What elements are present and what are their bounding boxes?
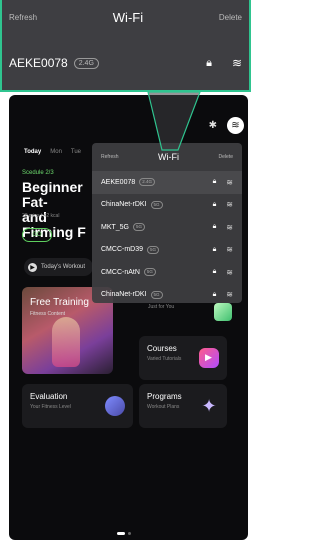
network-name: CMCC-nAtN: [101, 268, 140, 276]
network-band-badge: 5G: [143, 268, 156, 277]
tab-today[interactable]: Today: [24, 149, 41, 155]
network-name: AEKE0078: [101, 178, 136, 186]
workouts-label: Today's Workout: [41, 264, 86, 270]
wifi-zoom-callout: Refresh Wi-Fi Delete AEKE0078 2.4G 🔒︎ ≋: [0, 0, 251, 92]
lock-icon: 🔒︎: [212, 223, 217, 231]
network-row[interactable]: AEKE0078 2.4G 🔒︎ ≋: [92, 171, 242, 194]
lock-icon: 🔒︎: [212, 268, 217, 276]
schedule-label: Scedule 2/3: [22, 170, 54, 176]
callout-header: Refresh Wi-Fi Delete: [2, 0, 249, 35]
bluetooth-icon[interactable]: ✱: [209, 120, 217, 131]
courses-title: Courses: [147, 344, 177, 353]
evaluation-card[interactable]: Evaluation Your Fitness Level: [22, 384, 133, 428]
todays-workout-button[interactable]: ▶ Today's Workout: [24, 258, 94, 276]
lock-icon: 🔒︎: [212, 290, 217, 298]
network-row[interactable]: CMCC-mD39 5G 🔒︎ ≋: [92, 239, 242, 262]
wifi-signal-icon: ≋: [226, 200, 233, 210]
go-button[interactable]: GO: [22, 228, 52, 242]
lock-icon: 🔒︎: [212, 200, 217, 208]
athlete-image: [52, 317, 80, 367]
wifi-signal-icon: ≋: [226, 222, 233, 232]
workout-meta: 28 mins | 42 kcal: [22, 213, 60, 219]
network-row[interactable]: MKT_5G 5G 🔒︎ ≋: [92, 216, 242, 239]
wifi-signal-icon: ≋: [226, 245, 233, 255]
wifi-signal-icon: ≋: [226, 290, 233, 300]
network-band-badge: 5G: [147, 245, 160, 254]
network-name: ChinaNet-rDKI: [101, 201, 147, 209]
network-band-badge: 5G: [133, 223, 146, 232]
evaluation-title: Evaluation: [30, 392, 68, 401]
wifi-dropdown-header: Refresh Wi-Fi Delete: [92, 143, 242, 171]
lock-icon: 🔒︎: [212, 245, 217, 253]
programs-card[interactable]: Programs Workout Plans ✦: [139, 384, 227, 428]
refresh-button[interactable]: Refresh: [101, 154, 119, 160]
evaluation-subtitle: Your Fitness Level: [30, 404, 71, 410]
network-row[interactable]: ChinaNet-rDKI 5G 🔒︎ ≋: [92, 194, 242, 217]
callout-delete-button[interactable]: Delete: [219, 13, 242, 22]
network-name: MKT_5G: [101, 223, 130, 231]
play-icon: [199, 348, 219, 368]
tab-tue[interactable]: Tue: [71, 149, 81, 155]
workout-icon: ▶: [28, 262, 37, 272]
wifi-icon[interactable]: ≋: [227, 117, 244, 134]
wifi-dropdown-title: Wi-Fi: [158, 152, 180, 162]
free-training-title: Free Training: [30, 297, 89, 308]
callout-network-name: AEKE0078: [9, 56, 68, 70]
wifi-signal-icon: ≋: [231, 56, 242, 70]
network-row[interactable]: CMCC-nAtN 5G 🔒︎ ≋: [92, 261, 242, 284]
free-training-subtitle: Fitness Content: [30, 311, 66, 317]
evaluation-icon: [105, 396, 125, 416]
network-band-badge: 2.4G: [139, 178, 156, 187]
callout-refresh-button[interactable]: Refresh: [9, 13, 37, 22]
courses-card[interactable]: Courses Varied Tutorials: [139, 336, 227, 380]
network-row[interactable]: ChinaNet-rDKI 5G 🔒︎ ≋: [92, 284, 242, 304]
star-icon: ✦: [201, 396, 217, 416]
callout-title: Wi-Fi: [112, 10, 144, 25]
wifi-signal-icon: ≋: [226, 267, 233, 277]
wifi-signal-icon: ≋: [226, 177, 233, 187]
day-tabs: Today Mon Tue: [24, 149, 81, 155]
lock-icon: 🔒︎: [206, 56, 212, 69]
wifi-dropdown: Refresh Wi-Fi Delete AEKE0078 2.4G 🔒︎ ≋ …: [92, 143, 242, 303]
programs-title: Programs: [147, 392, 182, 401]
callout-band-badge: 2.4G: [73, 57, 99, 69]
tab-mon[interactable]: Mon: [50, 149, 62, 155]
just-for-you-subtitle: Just for You: [148, 304, 175, 310]
programs-subtitle: Workout Plans: [147, 404, 180, 410]
network-band-badge: 5G: [150, 200, 163, 209]
delete-button[interactable]: Delete: [219, 154, 233, 160]
network-band-badge: 5G: [150, 290, 163, 299]
status-bar: ✱ ≋: [209, 117, 244, 134]
trend-icon: [214, 303, 232, 321]
courses-subtitle: Varied Tutorials: [147, 356, 182, 362]
page-dot: [128, 532, 131, 535]
network-name: ChinaNet-rDKI: [101, 291, 147, 299]
callout-network-row[interactable]: AEKE0078 2.4G 🔒︎ ≋: [2, 44, 249, 82]
lock-icon: 🔒︎: [212, 178, 217, 186]
network-name: CMCC-mD39: [101, 246, 143, 254]
home-indicator: [117, 532, 125, 535]
